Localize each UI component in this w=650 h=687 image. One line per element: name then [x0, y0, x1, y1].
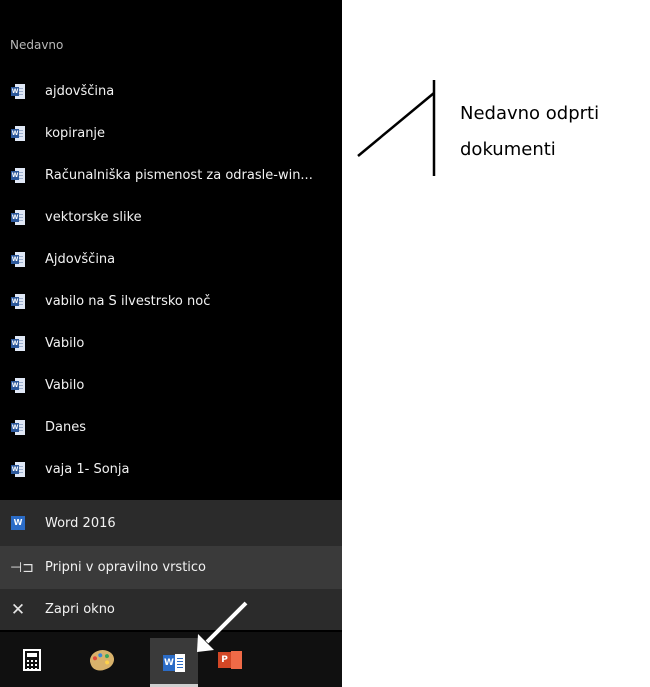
- callout-line-2: dokumenti: [460, 139, 556, 160]
- callout-pointer: [357, 92, 435, 157]
- callout-label: Nedavno odprti dokumenti: [460, 96, 599, 168]
- taskbar-arrow: [197, 601, 248, 652]
- callout-line-1: Nedavno odprti: [460, 103, 600, 124]
